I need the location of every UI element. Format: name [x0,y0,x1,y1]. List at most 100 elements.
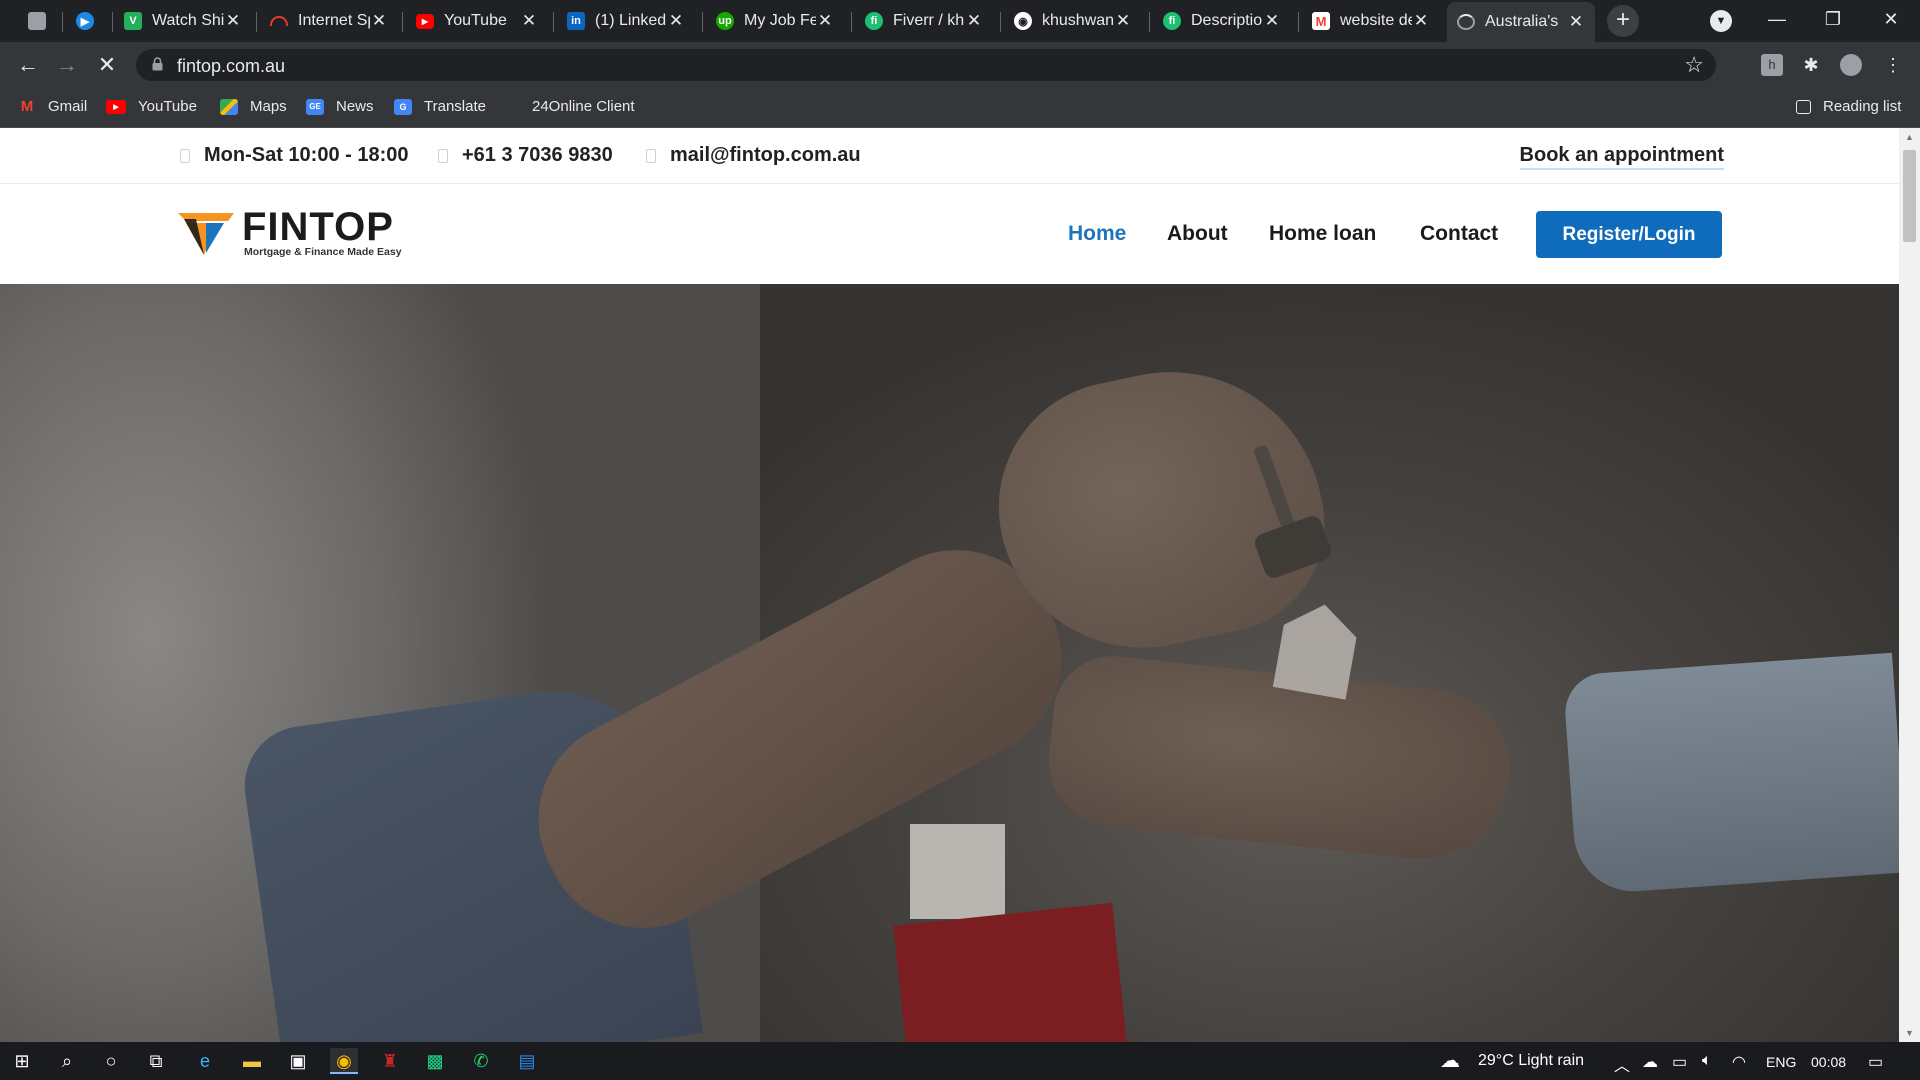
windows-start-icon[interactable]: ⊞ [8,1048,36,1074]
address-bar[interactable]: fintop.com.au ☆ [136,49,1716,81]
close-tab-icon[interactable]: ✕ [816,11,834,31]
whatsapp-icon[interactable]: ✆ [467,1048,495,1074]
tab-upwork[interactable]: up My Job Fe ✕ [706,4,844,38]
scroll-down-icon[interactable]: ▼ [1903,1028,1916,1038]
tab-title: Watch Shi [152,12,224,29]
bookmark-youtube[interactable]: ▶ YouTube [106,98,197,115]
language-indicator[interactable]: ENG [1766,1054,1796,1070]
nav-about[interactable]: About [1167,222,1228,246]
reading-list-button[interactable]: Reading list [1796,98,1901,115]
logo-tagline: Mortgage & Finance Made Easy [244,246,402,258]
back-icon[interactable]: ← [14,52,42,80]
tab-watch[interactable]: V Watch Shi ✕ [114,4,252,38]
phone-text: +61 3 7036 9830 [462,144,613,166]
extensions-puzzle-icon[interactable]: ✱ [1800,54,1822,76]
pycharm-icon[interactable]: ▩ [421,1048,449,1074]
file-explorer-icon[interactable]: ▬ [238,1048,266,1074]
bookmark-24online[interactable]: 24Online Client [532,98,635,115]
cortana-icon[interactable]: ○ [97,1048,125,1074]
volume-icon[interactable]: 🔈︎ [1702,1052,1712,1070]
nav-contact[interactable]: Contact [1420,222,1498,246]
bookmark-star-icon[interactable]: ☆ [1684,52,1704,78]
tab-1[interactable]: ▶ [66,4,110,38]
scrollbar-thumb[interactable] [1903,150,1916,242]
battery-icon[interactable]: ▭ [1672,1052,1687,1072]
app-icon[interactable]: ▤ [513,1048,541,1074]
extension-icon[interactable]: h [1761,54,1783,76]
hero-cuff-shape [1562,652,1899,896]
close-tab-icon[interactable]: ✕ [965,11,983,31]
close-tab-icon[interactable]: ✕ [1114,11,1132,31]
bookmark-label: Translate [424,98,486,115]
book-appointment-link[interactable]: Book an appointment [1519,144,1724,170]
close-tab-icon[interactable]: ✕ [370,11,388,31]
bookmark-label: Gmail [48,98,88,115]
tab-title: (1) Linked [595,12,667,29]
tab-australias-active[interactable]: Australia's ✕ [1447,2,1595,42]
tab-fiverr[interactable]: fi Fiverr / kh ✕ [855,4,993,38]
fintop-logo[interactable]: FINTOP Mortgage & Finance Made Easy [176,207,402,258]
translate-icon: G [394,98,412,115]
bookmarks-bar: M Gmail ▶ YouTube Maps GE News G Transla… [0,88,1920,128]
fiverr-icon: fi [1163,12,1181,30]
maps-icon [220,98,238,115]
chevron-up-icon[interactable]: ︿ [1614,1052,1630,1076]
bookmark-label: News [336,98,374,115]
minimize-icon[interactable]: — [1754,4,1800,34]
clock-icon [180,148,190,163]
square-page-icon [28,12,46,30]
edge-icon[interactable]: e [191,1048,219,1074]
close-tab-icon[interactable]: ✕ [667,11,685,31]
tab-youtube[interactable]: ▶ YouTube ✕ [406,4,548,38]
close-tab-icon[interactable]: ✕ [520,11,538,31]
new-tab-button[interactable]: + [1607,5,1639,37]
windows-taskbar: ⊞ ⌕ ○ ⧉ e ▬ ▣ ◉ ♜ ▩ ✆ ▤ ☁ 29°C Light rai… [0,1042,1920,1080]
news-icon: GE [306,98,324,115]
bookmark-label: 24Online Client [532,98,635,115]
notifications-icon[interactable]: ▭ [1868,1052,1883,1072]
tab-fiverr-description[interactable]: fi Descriptio ✕ [1153,4,1291,38]
gmail-icon: M [20,98,34,115]
tab-0[interactable] [18,4,54,38]
bookmark-gmail[interactable]: M Gmail [18,98,87,115]
close-tab-icon[interactable]: ✕ [1412,11,1430,31]
weather-cloud-icon[interactable]: ☁ [1440,1048,1460,1073]
game-app-icon[interactable]: ♜ [376,1048,404,1074]
bookmark-maps[interactable]: Maps [220,98,287,115]
nav-home-loan[interactable]: Home loan [1269,222,1376,246]
nav-home[interactable]: Home [1068,222,1126,246]
weather-text[interactable]: 29°C Light rain [1478,1052,1584,1070]
tab-github[interactable]: ◉ khushwan ✕ [1004,4,1142,38]
chrome-menu-icon[interactable]: ⋮ [1882,54,1904,76]
scroll-up-icon[interactable]: ▲ [1903,132,1916,142]
restore-icon[interactable]: ❐ [1810,4,1856,34]
tab-strip: ▶ V Watch Shi ✕ Internet Sp ✕ ▶ YouTube … [0,0,1920,42]
clock-text[interactable]: 00:08 [1811,1054,1846,1070]
bookmark-translate[interactable]: G Translate [394,98,486,115]
wifi-icon[interactable]: ◠ [1732,1052,1746,1072]
tab-gmail[interactable]: M website de ✕ [1302,4,1440,38]
page-scrollbar[interactable]: ▲ ▼ [1899,128,1920,1042]
task-view-icon[interactable]: ⧉ [142,1048,170,1074]
store-icon[interactable]: ▣ [284,1048,312,1074]
close-tab-icon[interactable]: ✕ [1263,11,1281,31]
close-tab-icon[interactable]: ✕ [1567,12,1585,32]
profile-avatar[interactable] [1840,54,1862,76]
onedrive-icon[interactable]: ☁ [1642,1052,1658,1072]
tab-title: khushwan [1042,12,1114,29]
stop-loading-icon[interactable]: ✕ [93,52,121,80]
tab-internet-speed[interactable]: Internet Sp ✕ [260,4,398,38]
register-login-button[interactable]: Register/Login [1536,211,1722,258]
search-icon[interactable]: ⌕ [53,1048,81,1074]
close-tab-icon[interactable]: ✕ [224,11,242,31]
phone-link[interactable]: +61 3 7036 9830 [438,144,613,167]
bookmark-news[interactable]: GE News [306,98,374,115]
chrome-icon[interactable]: ◉ [330,1048,358,1074]
tab-linkedin[interactable]: in (1) Linked ✕ [557,4,695,38]
email-link[interactable]: mail@fintop.com.au [646,144,861,167]
close-window-icon[interactable]: ✕ [1868,4,1914,34]
envelope-icon [646,148,656,163]
tab-search-icon[interactable]: ▼ [1710,10,1732,32]
forward-icon[interactable]: → [53,52,81,80]
tab-title: YouTube [444,12,507,29]
